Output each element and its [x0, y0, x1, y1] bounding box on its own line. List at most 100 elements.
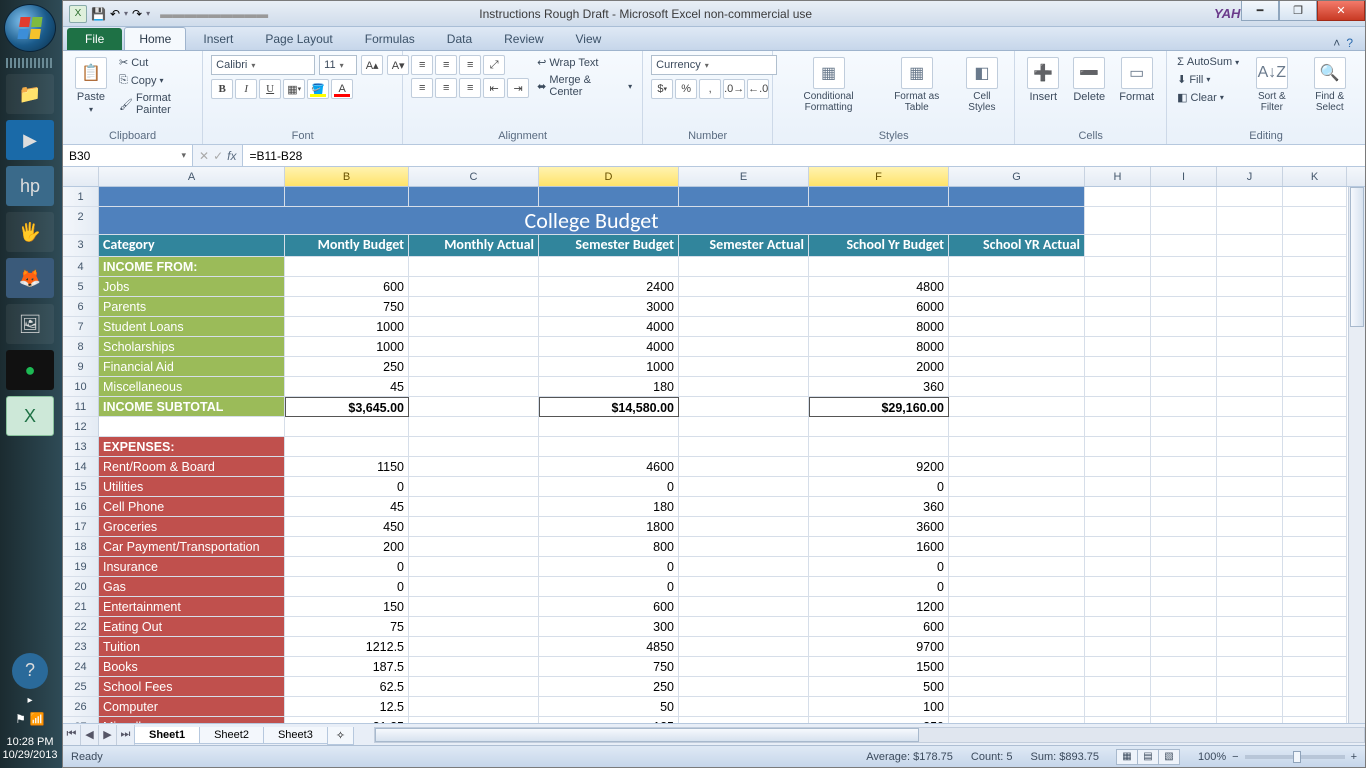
cell[interactable]: Monthly Actual: [409, 235, 539, 257]
cell[interactable]: 500: [809, 677, 949, 697]
row-header[interactable]: 8: [63, 337, 99, 357]
cell[interactable]: 2000: [809, 357, 949, 377]
zoom-level[interactable]: 100%: [1198, 751, 1226, 763]
row-header[interactable]: 13: [63, 437, 99, 457]
qat-customize-dropdown[interactable]: ▾: [146, 9, 150, 18]
cell[interactable]: [1217, 557, 1283, 577]
qat-redo-icon[interactable]: ↷: [132, 7, 142, 21]
cell[interactable]: [1151, 207, 1217, 235]
row-header[interactable]: 22: [63, 617, 99, 637]
cell[interactable]: [1217, 697, 1283, 717]
cell[interactable]: 45: [285, 497, 409, 517]
cell[interactable]: 9200: [809, 457, 949, 477]
cell[interactable]: $29,160.00: [809, 397, 949, 417]
decrease-indent-button[interactable]: ⇤: [483, 78, 505, 98]
cell[interactable]: [1283, 657, 1347, 677]
cell[interactable]: [539, 417, 679, 437]
cell[interactable]: [1283, 637, 1347, 657]
close-button[interactable]: ✕: [1317, 1, 1365, 21]
cell[interactable]: [949, 537, 1085, 557]
cell[interactable]: [949, 557, 1085, 577]
cell[interactable]: [949, 297, 1085, 317]
cell[interactable]: 180: [539, 377, 679, 397]
cell[interactable]: [409, 617, 539, 637]
qat-save-icon[interactable]: 💾: [91, 7, 106, 21]
cell[interactable]: [409, 457, 539, 477]
cell[interactable]: [1151, 577, 1217, 597]
column-header-D[interactable]: D: [539, 167, 679, 186]
cell[interactable]: Computer: [99, 697, 285, 717]
cell[interactable]: 1000: [285, 337, 409, 357]
decrease-decimal-button[interactable]: ←.0: [747, 79, 769, 99]
cell[interactable]: [679, 397, 809, 417]
cell[interactable]: EXPENSES:: [99, 437, 285, 457]
cell[interactable]: INCOME SUBTOTAL: [99, 397, 285, 417]
cell[interactable]: [679, 697, 809, 717]
cell[interactable]: [1217, 677, 1283, 697]
enter-formula-icon[interactable]: ✓: [213, 149, 223, 163]
comma-button[interactable]: ,: [699, 79, 721, 99]
cell[interactable]: 1600: [809, 537, 949, 557]
cell[interactable]: [285, 257, 409, 277]
cell[interactable]: [949, 657, 1085, 677]
cell[interactable]: [1283, 257, 1347, 277]
start-button[interactable]: [4, 4, 56, 52]
cell[interactable]: [1085, 457, 1151, 477]
cell[interactable]: [949, 377, 1085, 397]
cell[interactable]: [949, 437, 1085, 457]
cell[interactable]: [1085, 537, 1151, 557]
cell[interactable]: INCOME FROM:: [99, 257, 285, 277]
cell[interactable]: [1217, 597, 1283, 617]
cell[interactable]: [1085, 297, 1151, 317]
cell[interactable]: [409, 277, 539, 297]
cell[interactable]: [409, 187, 539, 207]
cell[interactable]: [1151, 537, 1217, 557]
cell[interactable]: [409, 597, 539, 617]
cell[interactable]: [539, 257, 679, 277]
cell[interactable]: [949, 337, 1085, 357]
column-header-G[interactable]: G: [949, 167, 1085, 186]
orientation-button[interactable]: ⤢: [483, 55, 505, 75]
cell[interactable]: 4600: [539, 457, 679, 477]
cell[interactable]: [1217, 577, 1283, 597]
cell[interactable]: Books: [99, 657, 285, 677]
cell[interactable]: Semester Budget: [539, 235, 679, 257]
row-header[interactable]: 4: [63, 257, 99, 277]
cell[interactable]: [1217, 337, 1283, 357]
cell[interactable]: [409, 677, 539, 697]
cell[interactable]: 0: [809, 557, 949, 577]
cell[interactable]: School Yr Budget: [809, 235, 949, 257]
cell[interactable]: Parents: [99, 297, 285, 317]
cell[interactable]: 0: [285, 477, 409, 497]
cell[interactable]: 50: [539, 697, 679, 717]
cell[interactable]: [409, 337, 539, 357]
tray-signal-icon[interactable]: 📶: [30, 712, 45, 726]
sheet-nav-last[interactable]: ⏭: [117, 725, 135, 745]
percent-button[interactable]: %: [675, 79, 697, 99]
cell[interactable]: [679, 317, 809, 337]
delete-cells-button[interactable]: ➖Delete: [1069, 55, 1109, 105]
cell[interactable]: [99, 187, 285, 207]
cell[interactable]: 750: [285, 297, 409, 317]
taskbar-excel-icon[interactable]: X: [6, 396, 54, 436]
cell[interactable]: [1283, 697, 1347, 717]
cell[interactable]: 1200: [809, 597, 949, 617]
cell[interactable]: 100: [809, 697, 949, 717]
taskbar-help-icon[interactable]: ?: [12, 653, 48, 689]
row-header[interactable]: 3: [63, 235, 99, 257]
cell[interactable]: [1283, 537, 1347, 557]
cell[interactable]: [1151, 337, 1217, 357]
format-as-table-button[interactable]: ▦Format as Table: [882, 55, 952, 115]
cell[interactable]: 6000: [809, 297, 949, 317]
cell[interactable]: [949, 187, 1085, 207]
cell[interactable]: [949, 357, 1085, 377]
cell[interactable]: [409, 637, 539, 657]
cell[interactable]: 0: [539, 557, 679, 577]
cell[interactable]: [1217, 207, 1283, 235]
cell[interactable]: [1283, 207, 1347, 235]
cell[interactable]: 0: [809, 477, 949, 497]
ribbon-minimize-icon[interactable]: ˄: [1333, 36, 1340, 50]
grow-font-button[interactable]: A▴: [361, 55, 383, 75]
cell[interactable]: Utilities: [99, 477, 285, 497]
taskbar-app-icon[interactable]: 🖐: [6, 212, 54, 252]
